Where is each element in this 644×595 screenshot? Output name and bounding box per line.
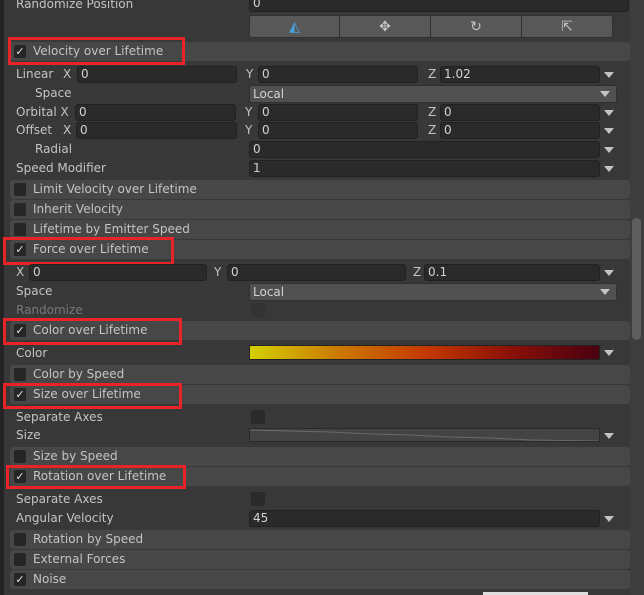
left-edge [0, 0, 4, 595]
separate-axes-checkbox[interactable] [251, 492, 265, 506]
radial-field[interactable]: 0 [249, 141, 600, 158]
module-title: Limit Velocity over Lifetime [33, 182, 197, 196]
separate-axes-checkbox[interactable] [251, 410, 265, 424]
chevron-down-icon [600, 289, 610, 295]
x-label: X [63, 123, 72, 137]
scale-icon[interactable]: ⇱ [521, 15, 613, 38]
z-label: Z [428, 67, 437, 81]
size-curve-field[interactable] [249, 428, 600, 442]
force-y-field[interactable]: 0 [227, 264, 406, 281]
space-dropdown[interactable]: Local [249, 85, 617, 103]
checkbox-icon[interactable] [14, 223, 26, 236]
offset-z-field[interactable]: 0 [440, 122, 600, 139]
checkbox-icon[interactable] [14, 183, 26, 196]
y-label: Y [246, 67, 254, 81]
checkbox-icon[interactable] [14, 368, 26, 381]
angular-velocity-label: Angular Velocity [16, 511, 114, 525]
module-inherit-velocity[interactable]: Inherit Velocity [10, 200, 630, 219]
linear-z-field[interactable]: 1.02 [440, 66, 600, 83]
force-z-field[interactable]: 0.1 [424, 264, 600, 281]
color-gradient-field[interactable] [249, 345, 600, 360]
orbital-label: Orbital X [16, 105, 69, 119]
orbital-z-field[interactable]: 0 [440, 104, 600, 121]
module-noise[interactable]: ✓ Noise [10, 570, 630, 589]
highlight-box [6, 465, 186, 489]
z-label: Z [428, 105, 437, 119]
offset-x-field[interactable]: 0 [76, 122, 237, 139]
size-label: Size [16, 428, 41, 442]
force-space-dropdown[interactable]: Local [249, 283, 617, 301]
module-limit-velocity[interactable]: Limit Velocity over Lifetime [10, 180, 630, 199]
y-label: Y [245, 123, 253, 137]
speed-modifier-field[interactable]: 1 [249, 160, 600, 177]
randomize-position-field[interactable]: 0 [249, 0, 629, 12]
randomize-checkbox [251, 303, 265, 317]
module-rotation-by-speed[interactable]: Rotation by Speed [10, 530, 630, 549]
offset-label: Offset [16, 123, 53, 137]
chevron-down-icon[interactable] [604, 128, 614, 134]
chevron-down-icon[interactable] [604, 147, 614, 153]
chevron-down-icon[interactable] [604, 350, 614, 356]
chevron-down-icon[interactable] [604, 516, 614, 522]
orbital-y-field[interactable]: 0 [258, 104, 418, 121]
orbital-x-field[interactable]: 0 [75, 104, 236, 121]
offset-y-field[interactable]: 0 [258, 122, 418, 139]
linear-label: Linear [16, 67, 54, 81]
module-color-by-speed[interactable]: Color by Speed [10, 365, 630, 384]
angular-velocity-field[interactable]: 45 [249, 510, 600, 527]
checkbox-icon[interactable] [14, 450, 26, 463]
space-label: Space [35, 86, 72, 100]
linear-x-field[interactable]: 0 [77, 66, 237, 83]
linear-y-field[interactable]: 0 [258, 66, 418, 83]
z-label: Z [413, 265, 422, 279]
chevron-down-icon[interactable] [604, 166, 614, 172]
chevron-down-icon [600, 91, 610, 97]
chevron-down-icon[interactable] [604, 270, 614, 276]
module-size-by-speed[interactable]: Size by Speed [10, 447, 630, 466]
chevron-down-icon[interactable] [604, 110, 614, 116]
separate-axes-label: Separate Axes [16, 492, 103, 506]
size-curve [250, 429, 599, 441]
module-title: Color by Speed [33, 367, 125, 381]
module-title: Rotation by Speed [33, 532, 144, 546]
z-label: Z [428, 123, 437, 137]
checkbox-checked-icon[interactable]: ✓ [14, 573, 26, 586]
randomize-label: Randomize [16, 303, 83, 317]
highlight-box [3, 237, 174, 265]
randomize-position-label: Randomize Position [16, 0, 134, 11]
module-title: Inherit Velocity [33, 202, 123, 216]
cone-gizmo-icon[interactable]: ◭ [249, 15, 340, 38]
module-title: Noise [33, 572, 67, 586]
checkbox-icon[interactable] [14, 203, 26, 216]
y-label: Y [245, 105, 253, 119]
move-icon[interactable]: ✥ [339, 15, 431, 38]
chevron-down-icon[interactable] [604, 72, 614, 78]
y-label: Y [214, 265, 222, 279]
space-label: Space [16, 284, 53, 298]
x-label: X [63, 67, 72, 81]
highlight-box [8, 37, 185, 65]
radial-label: Radial [35, 142, 73, 156]
separate-axes-label: Separate Axes [16, 410, 103, 424]
speed-modifier-label: Speed Modifier [16, 161, 106, 175]
checkbox-icon[interactable] [14, 553, 26, 566]
scrollbar-thumb[interactable] [632, 218, 641, 340]
force-x-field[interactable]: 0 [29, 264, 207, 281]
highlight-box [3, 318, 182, 345]
module-external-forces[interactable]: External Forces [10, 550, 630, 569]
x-label: X [16, 265, 25, 279]
module-title: Size by Speed [33, 449, 118, 463]
chevron-down-icon[interactable] [604, 433, 614, 439]
module-title: External Forces [33, 552, 126, 566]
rotate-icon[interactable]: ↻ [430, 15, 522, 38]
color-label: Color [16, 346, 48, 360]
highlight-box [3, 383, 182, 409]
checkbox-icon[interactable] [14, 533, 26, 546]
